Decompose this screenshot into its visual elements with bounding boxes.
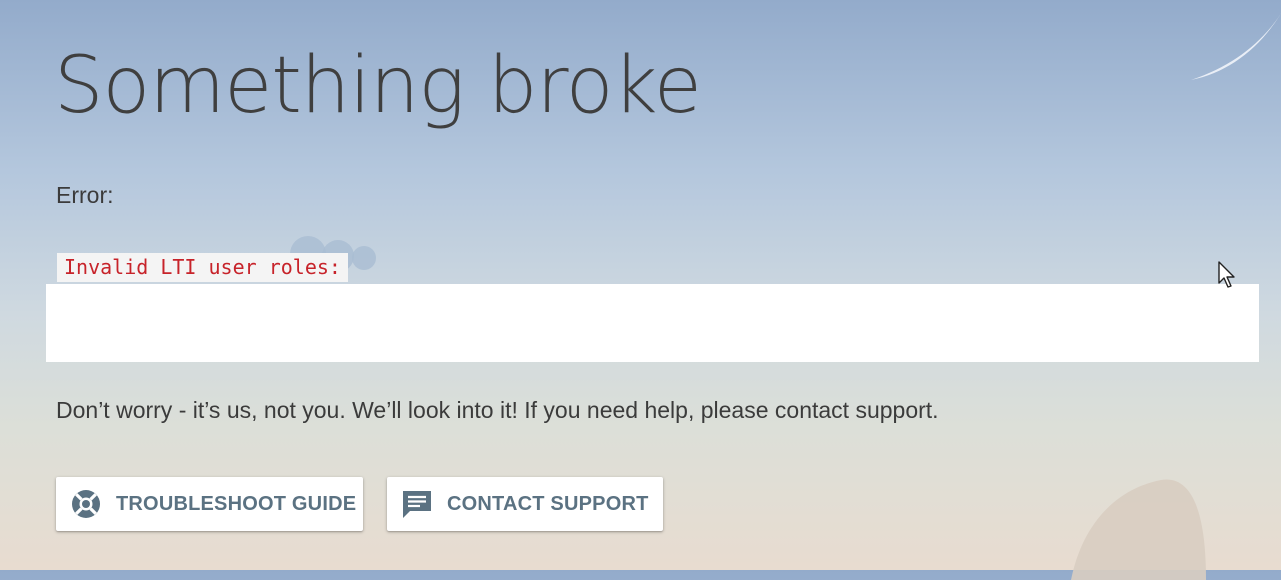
error-label: Error:: [56, 182, 114, 208]
troubleshoot-guide-label: TROUBLESHOOT GUIDE: [116, 492, 357, 515]
support-message: Don’t worry - it’s us, not you. We’ll lo…: [56, 397, 939, 423]
page-title: Something broke: [54, 41, 702, 131]
hill-decoration: [1071, 479, 1206, 580]
moon-decoration: [1191, 13, 1281, 80]
troubleshoot-guide-button[interactable]: TROUBLESHOOT GUIDE: [56, 477, 363, 531]
chat-icon: [401, 488, 433, 520]
error-details-box: [46, 284, 1259, 362]
mouse-cursor-icon: [1218, 261, 1235, 288]
lifebuoy-icon: [70, 488, 102, 520]
error-code: Invalid LTI user roles:: [57, 253, 348, 282]
contact-support-button[interactable]: CONTACT SUPPORT: [387, 477, 663, 531]
contact-support-label: CONTACT SUPPORT: [447, 492, 649, 515]
